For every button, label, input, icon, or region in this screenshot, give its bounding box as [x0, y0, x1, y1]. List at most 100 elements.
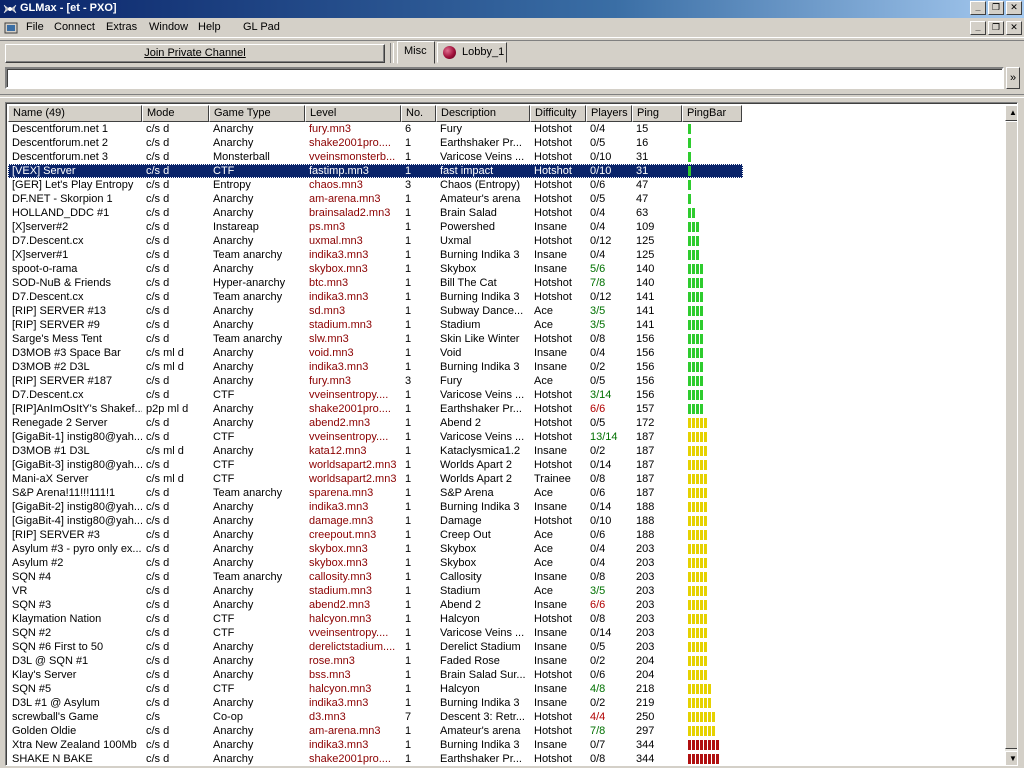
table-row[interactable]: D7.Descent.cx c/s d Anarchy uxmal.mn3 1 Uxmal… [8, 234, 1003, 248]
minimize-icon[interactable]: _ [970, 1, 986, 15]
col-ping-header[interactable]: Ping [632, 105, 682, 122]
table-row[interactable]: SQN #3 c/s d Anarchy abend2.mn3 1 Abend 2 Insa… [8, 598, 1003, 612]
table-row[interactable]: [RIP] SERVER #9 c/s d Anarchy stadium.mn3 1 S… [8, 318, 1003, 332]
table-row[interactable]: [X]server#1 c/s d Team anarchy indika3.mn3 1… [8, 248, 1003, 262]
cell-ping: 31 [636, 151, 649, 163]
menu-extras[interactable]: Extras [106, 21, 137, 33]
window-controls: _ ❐ ✕ [968, 1, 1022, 15]
cell-mode: c/s d [146, 137, 170, 149]
table-row[interactable]: D7.Descent.cx c/s d CTF vveinsentropy.... 1 V… [8, 388, 1003, 402]
cell-players: 0/14 [590, 501, 612, 513]
table-row[interactable]: D3MOB #2 D3L c/s ml d Anarchy indika3.mn3 1 B… [8, 360, 1003, 374]
tab-misc[interactable]: Misc [397, 41, 435, 64]
server-list[interactable]: Name (49) Mode Game Type Level No. Descriptio… [5, 102, 1018, 766]
table-row[interactable]: Klaymation Nation c/s d CTF halcyon.mn3 1 Hal… [8, 612, 1003, 626]
table-row[interactable]: D3MOB #3 Space Bar c/s ml d Anarchy void.mn… [8, 346, 1003, 360]
col-players-header[interactable]: Players [586, 105, 632, 122]
close-icon[interactable]: ✕ [1006, 1, 1022, 15]
table-row[interactable]: Asylum #2 c/s d Anarchy skybox.mn3 1 Skybox Ac… [8, 556, 1003, 570]
col-difficulty-header[interactable]: Difficulty [530, 105, 586, 122]
table-row[interactable]: Klay's Server c/s d Anarchy bss.mn3 1 Brain S… [8, 668, 1003, 682]
table-row[interactable]: D3L #1 @ Asylum c/s d Anarchy indika3.mn3 1 B… [8, 696, 1003, 710]
send-button[interactable]: » [1006, 67, 1020, 89]
table-row[interactable]: HOLLAND_DDC #1 c/s d Anarchy brainsalad2.mn… [8, 206, 1003, 220]
cell-level: skybox.mn3 [309, 543, 368, 555]
table-row[interactable]: [GigaBit-3] instig80@yah... c/s d CTF world… [8, 458, 1003, 472]
col-mode-header[interactable]: Mode [142, 105, 209, 122]
ping-bar [688, 236, 700, 246]
cell-mode: c/s d [146, 319, 170, 331]
table-row[interactable]: [RIP] SERVER #13 c/s d Anarchy sd.mn3 1 Subwa… [8, 304, 1003, 318]
cell-players: 0/2 [590, 655, 606, 667]
table-row[interactable]: [GER] Let's Play Entropy c/s d Entropy chao… [8, 178, 1003, 192]
table-row[interactable]: DF.NET - Skorpion 1 c/s d Anarchy am-arena.… [8, 192, 1003, 206]
col-pingbar-header[interactable]: PingBar [682, 105, 742, 122]
col-game-type-header[interactable]: Game Type [209, 105, 305, 122]
join-private-channel-button[interactable]: Join Private Channel [5, 44, 385, 63]
table-row[interactable]: Descentforum.net 1 c/s d Anarchy fury.mn3 6 F… [8, 122, 1003, 136]
table-row[interactable]: SQN #4 c/s d Team anarchy callosity.mn3 1 Cal… [8, 570, 1003, 584]
col-no-header[interactable]: No. [401, 105, 436, 122]
document-icon[interactable] [4, 21, 18, 35]
scroll-down-icon[interactable]: ▼ [1005, 751, 1017, 765]
col-name-header[interactable]: Name (49) [8, 105, 142, 122]
cell-game-type: CTF [213, 473, 235, 485]
cell-mode: c/s d [146, 375, 170, 387]
cell-difficulty: Insane [534, 445, 568, 457]
ping-bar [688, 250, 700, 260]
menu-gl-pad[interactable]: GL Pad [243, 21, 280, 33]
table-row[interactable]: [GigaBit-1] instig80@yah... c/s d CTF vvein… [8, 430, 1003, 444]
doc-close-icon[interactable]: ✕ [1006, 21, 1022, 35]
menu-connect[interactable]: Connect [54, 21, 95, 33]
doc-restore-icon[interactable]: ❐ [988, 21, 1004, 35]
table-row[interactable]: SQN #6 First to 50 c/s d Anarchy derelictst… [8, 640, 1003, 654]
scroll-up-icon[interactable]: ▲ [1005, 105, 1017, 121]
cell-game-type: Anarchy [213, 375, 254, 387]
cell-players: 0/14 [590, 627, 612, 639]
table-row[interactable]: [RIP]AnImOsItY's Shakef... p2p ml d Anarch… [8, 402, 1003, 416]
menu-window[interactable]: Window [149, 21, 188, 33]
table-row[interactable]: [GigaBit-4] instig80@yah... c/s d Anarchy d… [8, 514, 1003, 528]
table-row[interactable]: SQN #2 c/s d CTF vveinsentropy.... 1 Varicose… [8, 626, 1003, 640]
table-row[interactable]: SOD-NuB & Friends c/s d Hyper-anarchy btc.m… [8, 276, 1003, 290]
cell-players: 0/12 [590, 291, 612, 303]
table-row[interactable]: SHAKE N BAKE c/s d Anarchy shake2001pro....… [8, 752, 1003, 765]
table-row[interactable]: [GigaBit-2] instig80@yah... c/s d Anarchy i… [8, 500, 1003, 514]
cell-difficulty: Insane [534, 739, 568, 751]
table-row[interactable]: [X]server#2 c/s d Instareap ps.mn3 1 Powershe… [8, 220, 1003, 234]
table-row[interactable]: D3MOB #1 D3L c/s ml d Anarchy kata12.mn3 1 Ka… [8, 444, 1003, 458]
tab-lobby-1[interactable]: Lobby_1 [437, 42, 507, 63]
table-row[interactable]: Descentforum.net 2 c/s d Anarchy shake2001p… [8, 136, 1003, 150]
table-row[interactable]: VR c/s d Anarchy stadium.mn3 1 Stadium Ace 3/5 2… [8, 584, 1003, 598]
restore-icon[interactable]: ❐ [988, 1, 1004, 15]
doc-minimize-icon[interactable]: _ [970, 21, 986, 35]
table-row[interactable]: D7.Descent.cx c/s d Team anarchy indika3.mn… [8, 290, 1003, 304]
table-row[interactable]: S&P Arena!11!!!111!1 c/s d Team anarchy spa… [8, 486, 1003, 500]
cell-name: [GigaBit-2] instig80@yah... [12, 501, 142, 513]
chat-input[interactable] [5, 67, 1004, 89]
table-row[interactable]: Renegade 2 Server c/s d Anarchy abend2.mn3 1… [8, 416, 1003, 430]
cell-no: 1 [405, 277, 412, 289]
table-row[interactable]: [RIP] SERVER #3 c/s d Anarchy creepout.mn3 1… [8, 528, 1003, 542]
splitter[interactable] [0, 94, 1024, 98]
table-row[interactable]: Xtra New Zealand 100Mb c/s d Anarchy indika… [8, 738, 1003, 752]
table-row[interactable]: [VEX] Server c/s d CTF fastimp.mn3 1 fast imp… [8, 164, 1003, 178]
col-level-header[interactable]: Level [305, 105, 401, 122]
table-row[interactable]: Asylum #3 - pyro only ex... c/s d Anarchy s… [8, 542, 1003, 556]
table-row[interactable]: Descentforum.net 3 c/s d Monsterball vveins… [8, 150, 1003, 164]
cell-level: btc.mn3 [309, 277, 349, 289]
table-row[interactable]: screwball's Game c/s Co-op d3.mn3 7 Descent 3… [8, 710, 1003, 724]
table-row[interactable]: Golden Oldie c/s d Anarchy am-arena.mn3 1 Ama… [8, 724, 1003, 738]
table-row[interactable]: Mani-aX Server c/s ml d CTF worldsapart2.mn… [8, 472, 1003, 486]
table-row[interactable]: SQN #5 c/s d CTF halcyon.mn3 1 Halcyon Insane 4… [8, 682, 1003, 696]
menu-file[interactable]: File [26, 21, 44, 33]
cell-description: Void [440, 347, 462, 359]
scroll-thumb[interactable] [1005, 121, 1017, 749]
vertical-scrollbar[interactable]: ▲ ▼ [1005, 105, 1017, 765]
menu-help[interactable]: Help [198, 21, 221, 33]
table-row[interactable]: [RIP] SERVER #187 c/s d Anarchy fury.mn3 3 Fu… [8, 374, 1003, 388]
table-row[interactable]: spoot-o-rama c/s d Anarchy skybox.mn3 1 Skybo… [8, 262, 1003, 276]
col-description-header[interactable]: Description [436, 105, 530, 122]
table-row[interactable]: Sarge's Mess Tent c/s d Team anarchy slw.mn… [8, 332, 1003, 346]
table-row[interactable]: D3L @ SQN #1 c/s d Anarchy rose.mn3 1 Faded R… [8, 654, 1003, 668]
